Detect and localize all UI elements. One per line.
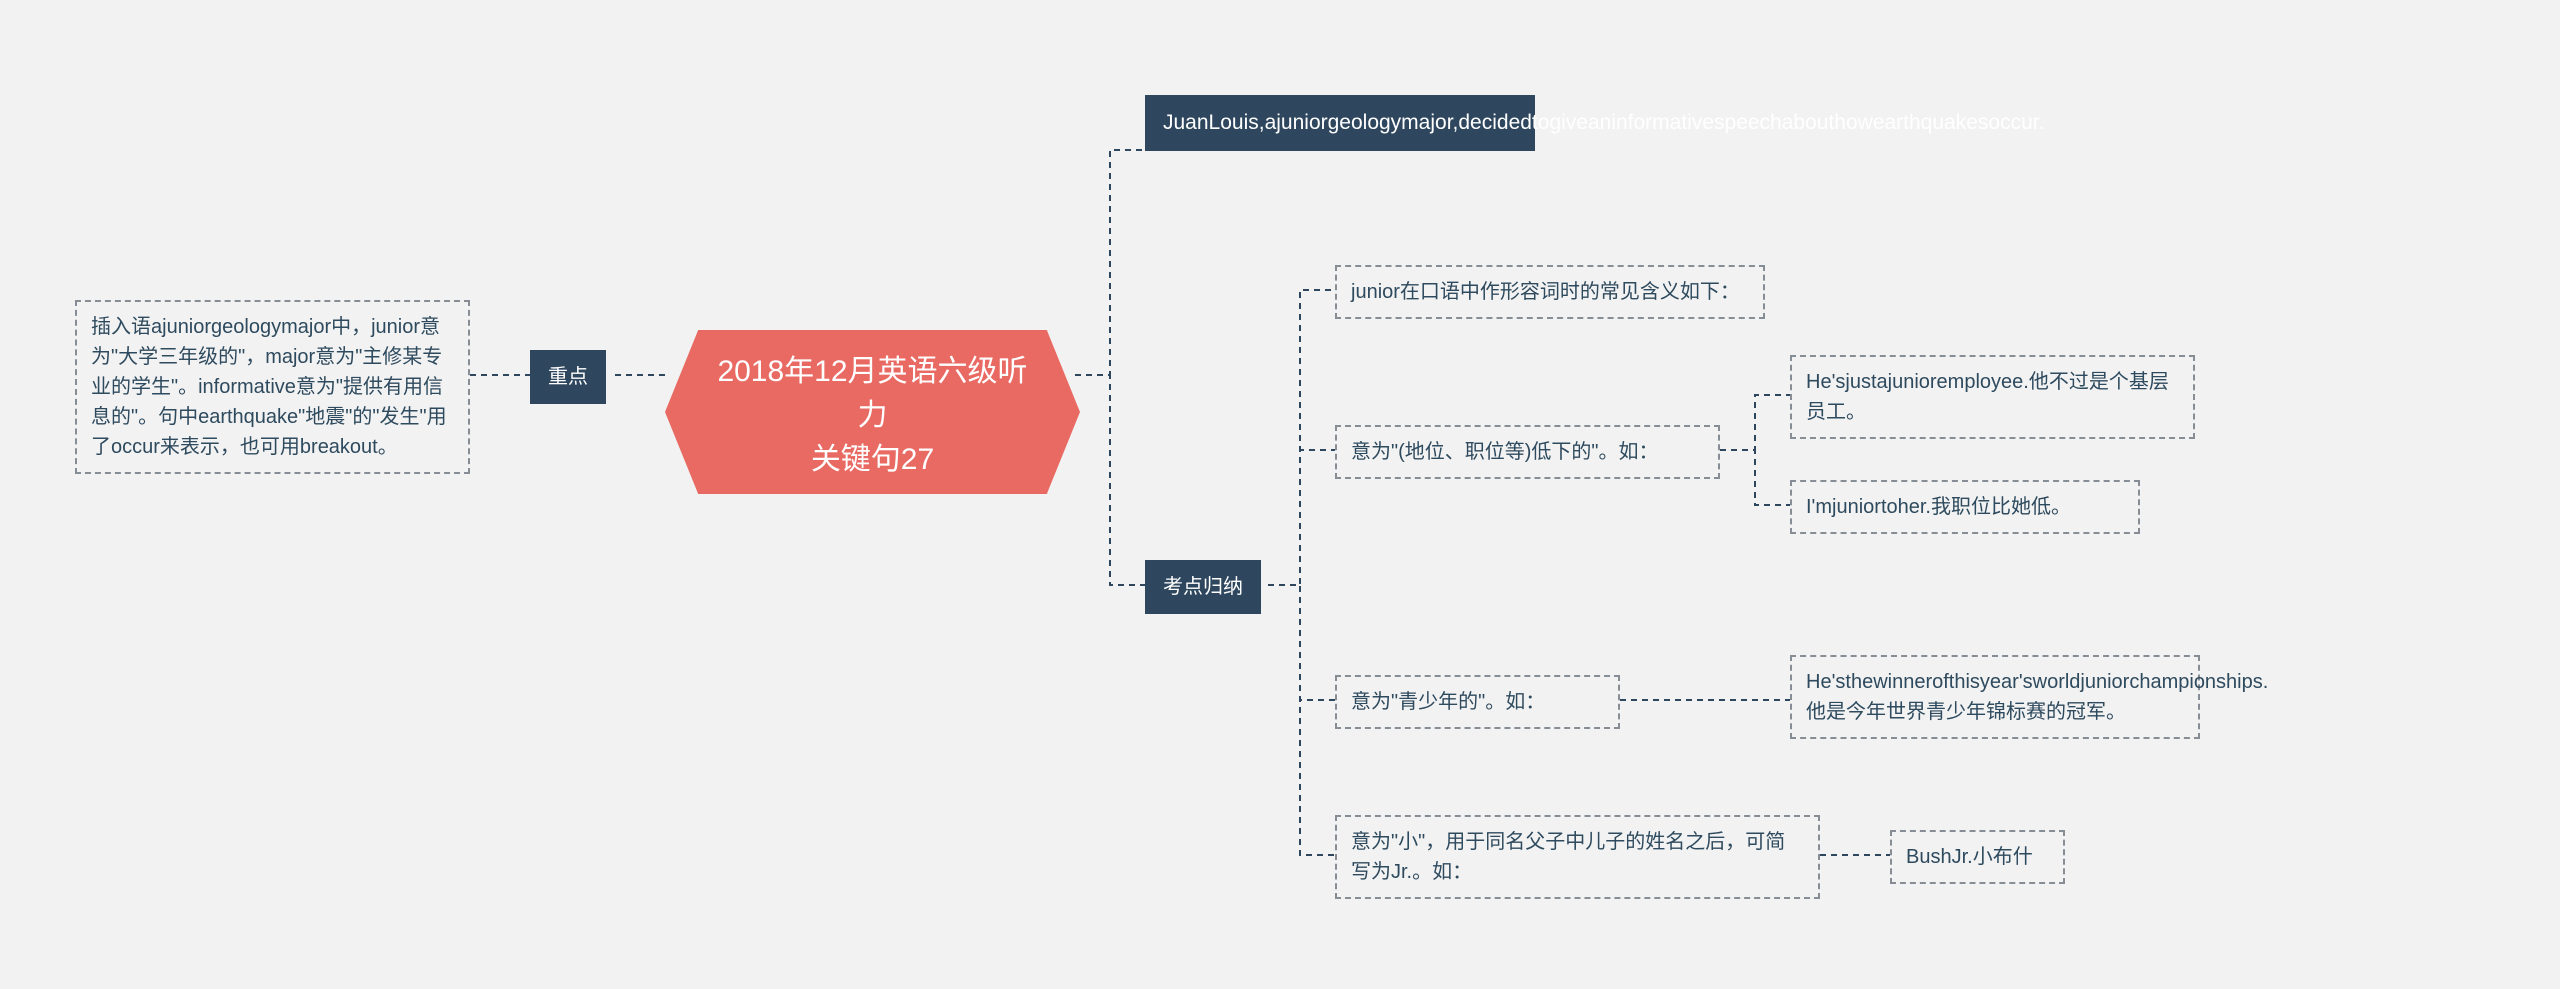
meaning1-ex2-text: I'mjuniortoher.我职位比她低。 (1806, 496, 2071, 518)
meaning2-node: 意为"青少年的"。如： (1335, 675, 1620, 729)
key-point-label: 重点 (530, 350, 606, 404)
meaning1-text: 意为"(地位、职位等)低下的"。如： (1351, 441, 1659, 463)
meaning3-text: 意为"小"，用于同名父子中儿子的姓名之后，可简写为Jr.。如： (1351, 831, 1785, 883)
exam-points-text: 考点归纳 (1163, 576, 1243, 598)
meaning2-text: 意为"青少年的"。如： (1351, 691, 1545, 713)
key-point-label-text: 重点 (548, 366, 588, 388)
exam-points-label: 考点归纳 (1145, 560, 1261, 614)
meaning2-ex1: He'sthewinnerofthisyear'sworldjuniorcham… (1790, 655, 2200, 739)
meaning3-node: 意为"小"，用于同名父子中儿子的姓名之后，可简写为Jr.。如： (1335, 815, 1820, 899)
meaning3-ex1-text: BushJr.小布什 (1906, 846, 2033, 868)
key-point-text: 插入语ajuniorgeologymajor中，junior意为"大学三年级的"… (75, 300, 470, 474)
sentence-node: JuanLouis,ajuniorgeologymajor,decidedtog… (1145, 95, 1535, 151)
sentence-text: JuanLouis,ajuniorgeologymajor,decidedtog… (1163, 111, 2044, 134)
meaning1-node: 意为"(地位、职位等)低下的"。如： (1335, 425, 1720, 479)
root-title-1: 2018年12月英语六级听力 (717, 355, 1027, 432)
meaning2-ex1-text: He'sthewinnerofthisyear'sworldjuniorcham… (1806, 671, 2268, 723)
root-title-2: 关键句27 (811, 443, 934, 476)
root-node: 2018年12月英语六级听力 关键句27 (665, 330, 1080, 494)
meaning1-ex2: I'mjuniortoher.我职位比她低。 (1790, 480, 2140, 534)
meaning3-ex1: BushJr.小布什 (1890, 830, 2065, 884)
meaning1-ex1-text: He'sjustajunioremployee.他不过是个基层员工。 (1806, 371, 2169, 423)
key-point-content: 插入语ajuniorgeologymajor中，junior意为"大学三年级的"… (91, 316, 447, 458)
meaning1-ex1: He'sjustajunioremployee.他不过是个基层员工。 (1790, 355, 2195, 439)
intro-text: junior在口语中作形容词时的常见含义如下： (1351, 281, 1740, 303)
intro-node: junior在口语中作形容词时的常见含义如下： (1335, 265, 1765, 319)
